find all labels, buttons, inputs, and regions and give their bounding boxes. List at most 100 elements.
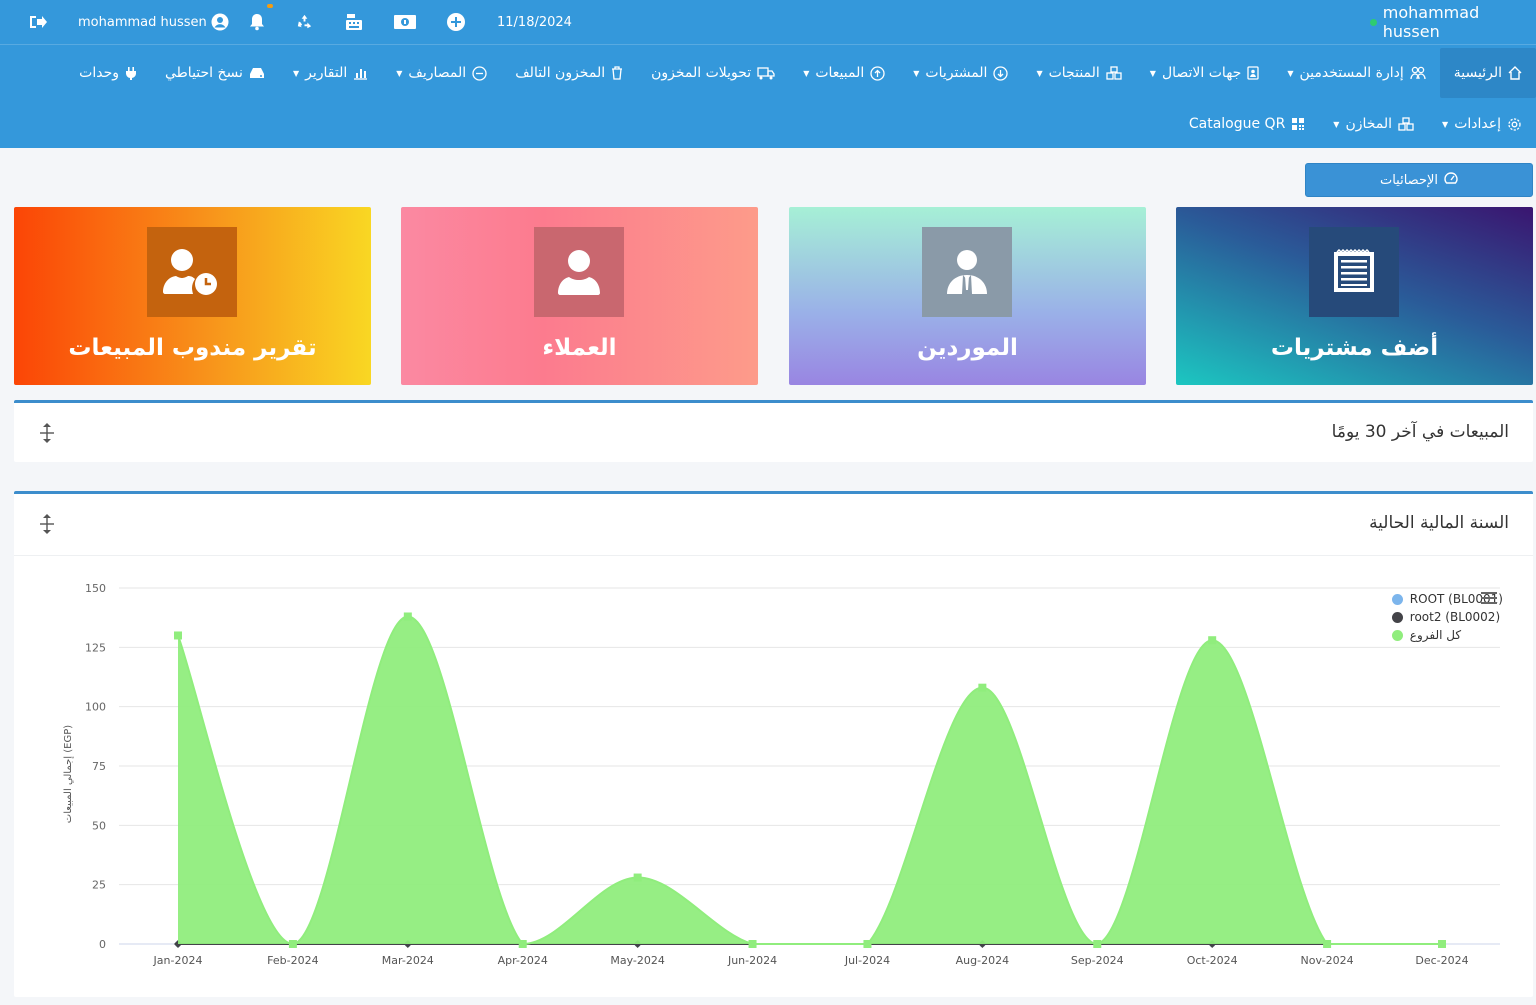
caret-down-icon: ▼ xyxy=(803,68,810,78)
caret-down-icon: ▼ xyxy=(292,68,300,78)
caret-down-icon: ▼ xyxy=(1333,119,1340,129)
nav-row-primary: الرئيسية إدارة المستخدمين ▼ جهات الاتصال ▼ ال… xyxy=(0,48,1536,98)
nav-item-label: وحدات xyxy=(79,65,119,81)
home-icon xyxy=(1508,66,1522,80)
data-point-marker xyxy=(1323,940,1332,948)
online-status-icon xyxy=(1370,18,1377,26)
y-tick-label: 150 xyxy=(85,582,106,595)
caret-down-icon: ▼ xyxy=(1036,68,1043,78)
nav-item-label: المخازن xyxy=(1345,116,1393,132)
nav-item-label: إدارة المستخدمين xyxy=(1299,65,1404,81)
x-tick-label: Jul-2024 xyxy=(844,954,890,967)
nav-item-label: الرئيسية xyxy=(1453,65,1502,81)
nav-item-home[interactable]: الرئيسية xyxy=(1439,48,1536,98)
nav-item-warehouses[interactable]: المخازن ▼ xyxy=(1319,99,1428,149)
recycle-icon[interactable] xyxy=(295,0,314,44)
sales-last-30-days-panel: المبيعات في آخر 30 يومًا xyxy=(14,400,1533,462)
nav-item-label: المخزون التالف xyxy=(515,65,606,81)
x-tick-label: Jan-2024 xyxy=(153,954,203,967)
legend-swatch xyxy=(1391,611,1403,623)
legend-swatch xyxy=(1391,629,1403,641)
statistics-label: الإحصائيات xyxy=(1379,172,1439,188)
cubes-icon xyxy=(1106,66,1122,80)
bell-icon[interactable] xyxy=(248,0,266,44)
statistics-button[interactable]: الإحصائيات xyxy=(1305,163,1533,197)
chart-menu-icon[interactable] xyxy=(1481,590,1497,609)
legend-label: root2 (BL0002) xyxy=(1409,610,1501,624)
caret-down-icon: ▼ xyxy=(1149,68,1156,78)
nav-item-label: التقارير xyxy=(305,65,348,81)
hdd-icon xyxy=(249,67,265,79)
x-tick-label: Jun-2024 xyxy=(727,954,777,967)
x-tick-label: Sep-2024 xyxy=(1071,954,1124,967)
top-bar: mohammad hussen 11/18/2024 mohammad huss… xyxy=(0,0,1536,44)
user-menu[interactable]: mohammad hussen xyxy=(78,0,229,44)
plug-icon xyxy=(125,66,137,81)
x-tick-label: Feb-2024 xyxy=(267,954,318,967)
nav-item-products[interactable]: المنتجات ▼ xyxy=(1022,48,1135,98)
logout-icon[interactable] xyxy=(28,0,48,44)
nav-item-backup[interactable]: نسخ احتياطي xyxy=(151,48,279,98)
cash-register-icon[interactable] xyxy=(344,0,364,44)
nav-item-label: جهات الاتصال xyxy=(1161,65,1242,81)
arrow-circle-up-icon xyxy=(870,65,885,81)
x-tick-label: Oct-2024 xyxy=(1187,954,1238,967)
nav-item-reports[interactable]: التقارير ▼ xyxy=(279,48,382,98)
nav-item-modules[interactable]: وحدات xyxy=(65,48,151,98)
x-tick-label: Apr-2024 xyxy=(498,954,548,967)
caret-down-icon: ▼ xyxy=(1287,68,1294,78)
y-tick-label: 25 xyxy=(92,879,106,892)
nav-item-label: إعدادات xyxy=(1454,116,1501,132)
data-point-marker xyxy=(1093,940,1102,948)
y-tick-label: 50 xyxy=(92,819,106,832)
nav-item-sales[interactable]: المبيعات ▼ xyxy=(789,48,899,98)
nav-item-expenses[interactable]: المصاريف ▼ xyxy=(382,48,501,98)
data-point-marker xyxy=(403,612,412,621)
nav-item-label: Catalogue QR xyxy=(1188,116,1286,132)
main-navigation: الرئيسية إدارة المستخدمين ▼ جهات الاتصال ▼ ال… xyxy=(0,44,1536,148)
bar-chart-icon xyxy=(353,66,368,80)
sales-agent-report-card[interactable]: تقرير مندوب المبيعات xyxy=(14,207,371,385)
data-point-marker xyxy=(1438,940,1446,948)
user-name: mohammad hussen xyxy=(78,14,207,30)
x-tick-label: May-2024 xyxy=(610,954,665,967)
money-bill-icon[interactable] xyxy=(393,0,417,44)
notification-badge xyxy=(267,4,273,8)
nav-item-stock-transfers[interactable]: تحويلات المخزون xyxy=(637,48,789,98)
data-point-marker xyxy=(1208,636,1217,645)
legend-item[interactable]: root2 (BL0002) xyxy=(1391,608,1503,626)
add-purchase-card[interactable]: أضف مشتريات xyxy=(1176,207,1533,385)
data-point-marker xyxy=(633,873,642,882)
caret-down-icon: ▼ xyxy=(396,68,403,78)
data-point-marker xyxy=(288,940,297,948)
nav-item-contacts[interactable]: جهات الاتصال ▼ xyxy=(1136,48,1274,98)
right-user[interactable]: mohammad hussen xyxy=(1370,0,1536,44)
plus-circle-icon[interactable] xyxy=(446,0,466,44)
user-tie-icon xyxy=(922,227,1012,317)
nav-item-purchases[interactable]: المشتريات ▼ xyxy=(899,48,1022,98)
panel-title: المبيعات في آخر 30 يومًا xyxy=(1331,422,1509,442)
nav-item-label: نسخ احتياطي xyxy=(165,65,243,81)
suppliers-label: الموردين xyxy=(917,335,1018,361)
nav-item-users[interactable]: إدارة المستخدمين ▼ xyxy=(1273,48,1439,98)
legend-item[interactable]: كل الفروع xyxy=(1391,626,1503,644)
x-tick-label: Mar-2024 xyxy=(382,954,434,967)
customers-card[interactable]: العملاء xyxy=(401,207,758,385)
nav-item-catalogue-qr[interactable]: Catalogue QR xyxy=(1175,99,1319,149)
trash-icon xyxy=(611,66,623,80)
nav-item-settings[interactable]: إعدادات ▼ xyxy=(1428,99,1536,149)
series-area-2 xyxy=(178,616,1442,944)
add-purchase-label: أضف مشتريات xyxy=(1270,335,1439,361)
y-tick-label: 100 xyxy=(85,701,106,714)
data-point-marker xyxy=(174,631,182,640)
nav-item-label: المبيعات xyxy=(815,65,865,81)
fiscal-year-chart: 0 25 50 75 100 125 150 إجمالي المبيعات (EGP) Jan… xyxy=(63,582,1500,967)
user-clock-icon xyxy=(147,227,237,317)
expand-vertical-icon[interactable] xyxy=(38,422,56,448)
nav-item-label: تحويلات المخزون xyxy=(651,65,752,81)
nav-item-damaged-stock[interactable]: المخزون التالف xyxy=(501,48,637,98)
x-tick-label: Dec-2024 xyxy=(1415,954,1468,967)
current-fiscal-year-panel: السنة المالية الحالية 0 25 50 75 100 125 150 إج… xyxy=(14,491,1533,997)
cubes-icon xyxy=(1398,117,1414,131)
suppliers-card[interactable]: الموردين xyxy=(789,207,1146,385)
